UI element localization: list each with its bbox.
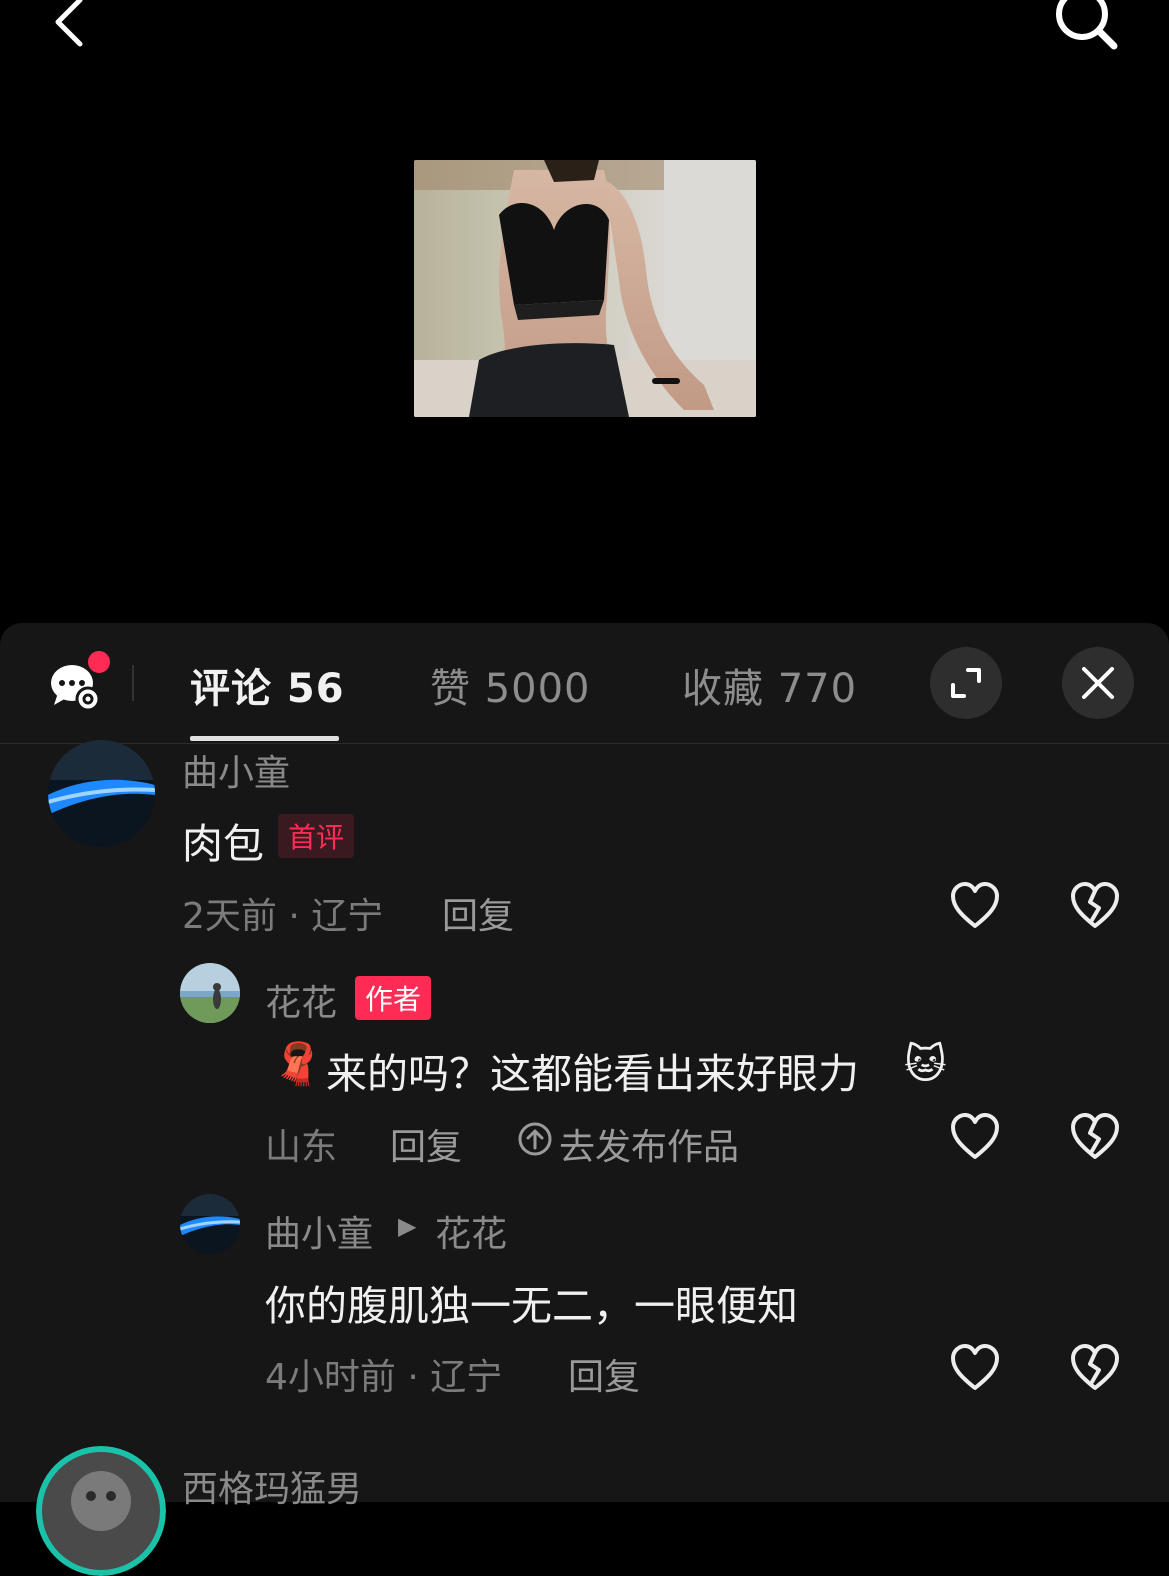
author-badge: 作者 — [355, 976, 432, 1020]
dislike-button[interactable] — [1070, 1113, 1120, 1161]
tab-saves[interactable]: 收藏 770 — [682, 656, 857, 714]
notification-dot — [85, 648, 113, 676]
reply-button[interactable]: 回复 — [442, 887, 514, 939]
avatar[interactable] — [180, 1194, 240, 1254]
reply-button[interactable]: 回复 — [390, 1118, 462, 1170]
back-button[interactable] — [44, 0, 104, 54]
comment-meta: 山东 — [265, 1127, 338, 1168]
dislike-button[interactable] — [1070, 882, 1120, 930]
emoji-cat: 🐱 — [904, 1040, 947, 1088]
back-icon — [55, 0, 83, 47]
avatar[interactable] — [48, 740, 155, 847]
heart-icon — [951, 1344, 999, 1390]
comment-author[interactable]: 曲小童 — [182, 744, 290, 796]
emoji-scarf: 🧣 — [272, 1040, 324, 1088]
divider — [132, 665, 134, 701]
heart-icon — [951, 1113, 999, 1159]
comment-meta: 4小时前 · 辽宁 — [265, 1357, 503, 1398]
upload-circle-icon — [518, 1122, 552, 1156]
broken-heart-icon — [1071, 882, 1119, 928]
like-button[interactable] — [950, 882, 1000, 930]
heart-icon — [951, 882, 999, 928]
post-image[interactable] — [414, 160, 756, 417]
broken-heart-icon — [1071, 1344, 1119, 1390]
publish-work-link[interactable]: 去发布作品 — [559, 1118, 739, 1170]
like-button[interactable] — [950, 1113, 1000, 1161]
first-comment-badge: 首评 — [278, 814, 355, 858]
broken-heart-icon — [1071, 1113, 1119, 1159]
reply-target[interactable]: 花花 — [435, 1205, 507, 1257]
active-tab-indicator — [190, 736, 339, 741]
comment-author[interactable]: 西格玛猛男 — [182, 1460, 362, 1512]
avatar[interactable] — [180, 963, 240, 1023]
tab-likes[interactable]: 赞 5000 — [430, 656, 591, 714]
comment-author[interactable]: 花花 — [265, 974, 337, 1026]
like-button[interactable] — [950, 1344, 1000, 1392]
top-bar — [0, 0, 1169, 60]
search-icon — [1056, 0, 1118, 50]
comment-text: 肉包 — [182, 820, 264, 868]
expand-button[interactable] — [930, 647, 1002, 719]
comment-author[interactable]: 曲小童 — [265, 1205, 373, 1257]
comment-meta: 2天前 · 辽宁 — [182, 896, 384, 937]
avatar[interactable] — [36, 1446, 166, 1576]
reply-arrow-icon: ▶ — [398, 1212, 417, 1240]
close-icon — [1082, 667, 1114, 699]
tab-comments[interactable]: 评论 56 — [190, 656, 345, 714]
comment-text: 来的吗？这都能看出来好眼力 — [326, 1050, 859, 1098]
close-button[interactable] — [1062, 647, 1134, 719]
tabs-row: 评论 56 赞 5000 收藏 770 — [0, 623, 1169, 744]
expand-icon — [951, 668, 981, 698]
search-button[interactable] — [1050, 0, 1120, 54]
comment-text: 你的腹肌独一无二，一眼便知 — [265, 1282, 798, 1330]
reply-button[interactable]: 回复 — [568, 1348, 640, 1400]
dislike-button[interactable] — [1070, 1344, 1120, 1392]
